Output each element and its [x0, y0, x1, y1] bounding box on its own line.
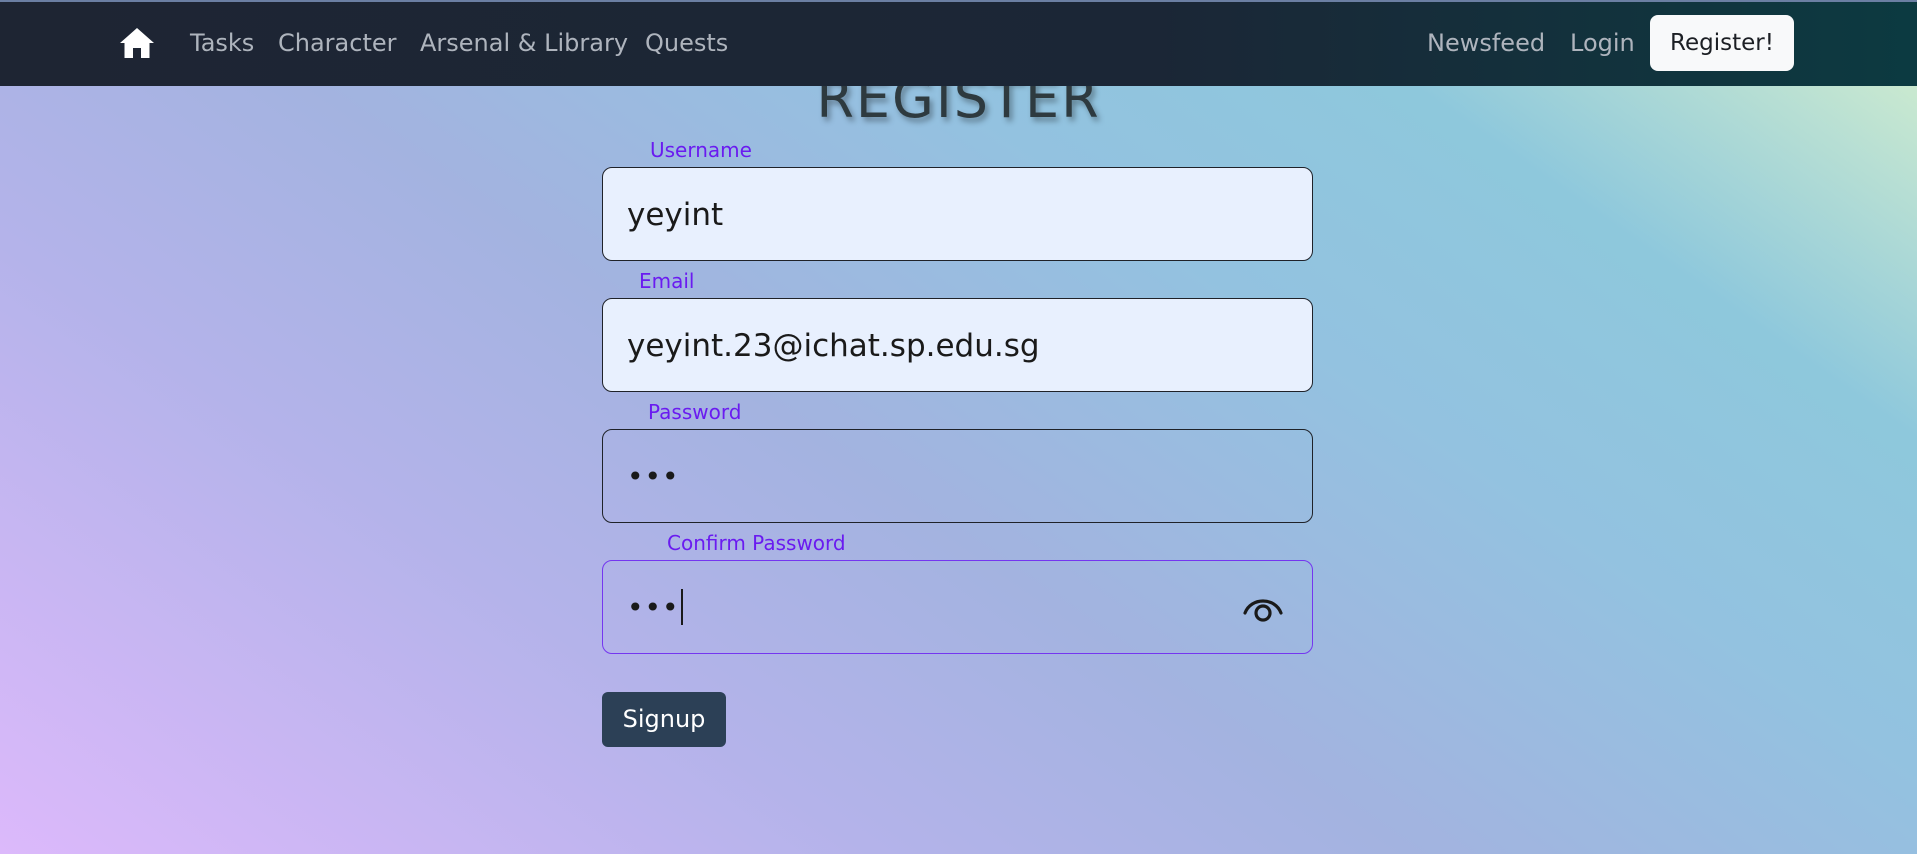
top-navbar: Tasks Character Arsenal & Library Quests… [0, 0, 1917, 86]
username-value: yeyint [627, 197, 724, 233]
confirm-password-label: Confirm Password [667, 531, 846, 555]
nav-link-arsenal-library[interactable]: Arsenal & Library [420, 28, 628, 58]
nav-link-tasks[interactable]: Tasks [190, 28, 254, 58]
nav-link-quests[interactable]: Quests [645, 28, 728, 58]
password-label: Password [648, 400, 742, 424]
password-value: ••• [627, 460, 680, 493]
eye-icon [1243, 599, 1283, 622]
username-field[interactable]: yeyint [602, 167, 1313, 261]
email-value: yeyint.23@ichat.sp.edu.sg [627, 328, 1040, 364]
home-icon [120, 28, 154, 58]
email-field[interactable]: yeyint.23@ichat.sp.edu.sg [602, 298, 1313, 392]
signup-button[interactable]: Signup [602, 692, 726, 747]
nav-link-newsfeed[interactable]: Newsfeed [1427, 28, 1545, 58]
confirm-password-field[interactable]: ••• [602, 560, 1313, 654]
show-password-toggle[interactable] [1242, 591, 1284, 625]
text-caret [680, 589, 683, 625]
username-label: Username [650, 138, 752, 162]
nav-link-character[interactable]: Character [278, 28, 397, 58]
confirm-password-value: ••• [627, 561, 683, 655]
email-label: Email [639, 269, 695, 293]
register-button[interactable]: Register! [1650, 15, 1794, 71]
password-field[interactable]: ••• [602, 429, 1313, 523]
nav-link-login[interactable]: Login [1570, 28, 1635, 58]
home-link[interactable] [118, 26, 156, 60]
